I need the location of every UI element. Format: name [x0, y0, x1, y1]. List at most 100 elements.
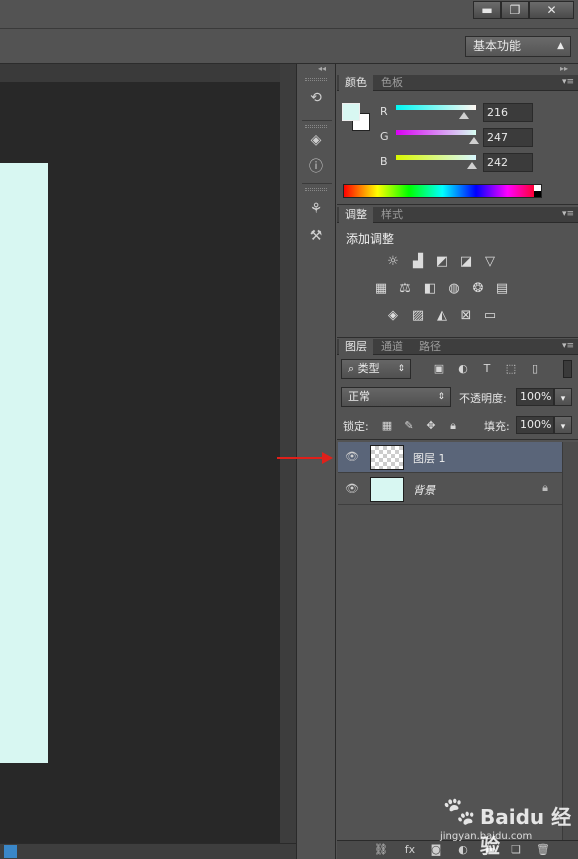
smart-object-filter-icon[interactable]: ▯ [528, 362, 542, 376]
tab-color[interactable]: 颜色 [339, 75, 373, 91]
panel-menu-icon[interactable]: ▾≡ [562, 341, 574, 351]
lock-transparent-pixels-icon[interactable]: ▦ [380, 419, 394, 433]
blend-mode-select[interactable]: 正常 ⇕ [341, 387, 451, 407]
color-panel-tabs: 颜色 色板 ▾≡ [337, 75, 578, 91]
adjustments-panel-tabs: 调整 样式 ▾≡ [337, 207, 578, 223]
black-white-icon[interactable]: ◧ [421, 281, 439, 297]
channel-r-value[interactable]: 216 [483, 103, 533, 122]
link-layers-icon[interactable]: ⛓ [373, 843, 389, 857]
brightness-icon[interactable]: ☼ [384, 254, 402, 270]
posterize-icon[interactable]: ▨ [409, 308, 427, 324]
hue-saturation-icon[interactable]: ▦ [372, 281, 390, 297]
tool-presets-icon[interactable]: ⚒ [305, 226, 327, 246]
channel-r-slider-thumb[interactable] [458, 112, 469, 119]
lock-icon: 🔒︎ [542, 481, 548, 494]
lock-all-icon[interactable]: 🔒︎ [446, 419, 460, 433]
document-canvas[interactable] [0, 163, 48, 763]
exposure-icon[interactable]: ◪ [457, 254, 475, 270]
channel-r-label: R [380, 105, 388, 118]
lock-position-icon[interactable]: ✥ [424, 419, 438, 433]
dock-grip-icon[interactable] [305, 188, 327, 191]
layers-scrollbar[interactable] [562, 442, 578, 840]
new-adjustment-icon[interactable]: ◐ [455, 843, 471, 857]
layer-name: 图层 1 [413, 452, 446, 465]
filter-toggle-switch[interactable] [563, 360, 572, 378]
status-icon[interactable] [4, 845, 17, 858]
annotation-arrow-head [322, 452, 333, 464]
curves-icon[interactable]: ◩ [433, 254, 451, 270]
tab-paths[interactable]: 路径 [413, 339, 447, 355]
collapse-panels-icon[interactable]: ▸▸ [560, 64, 568, 73]
search-icon: ⌕ [348, 362, 358, 375]
type-layer-filter-icon[interactable]: T [480, 362, 494, 376]
shape-layer-filter-icon[interactable]: ⬚ [504, 362, 518, 376]
info-icon[interactable]: ⓘ [305, 157, 327, 177]
collapse-dock-icon[interactable]: ◂◂ [318, 64, 326, 73]
channel-b-label: B [380, 155, 388, 168]
dock-grip-icon[interactable] [305, 78, 327, 81]
tab-styles[interactable]: 样式 [375, 207, 409, 223]
channel-g-label: G [380, 130, 389, 143]
tab-channels[interactable]: 通道 [375, 339, 409, 355]
tab-layers[interactable]: 图层 [339, 339, 373, 355]
visibility-eye-icon[interactable]: 👁︎ [344, 450, 360, 464]
minimize-icon: ▬ [481, 3, 493, 17]
opacity-input[interactable]: 100% [516, 388, 554, 406]
photo-filter-icon[interactable]: ◍ [445, 281, 463, 297]
opacity-dropdown-button[interactable]: ▾ [554, 388, 572, 406]
channel-g-value[interactable]: 247 [483, 128, 533, 147]
color-spectrum-ramp[interactable] [343, 184, 542, 198]
panel-menu-icon[interactable]: ▾≡ [562, 77, 574, 87]
layer-row-layer1[interactable]: 👁︎ 图层 1 [338, 442, 562, 473]
dropdown-arrow-icon: ▲ [557, 41, 564, 51]
dropdown-arrow-icon: ⇕ [437, 392, 445, 402]
lock-image-pixels-icon[interactable]: ✎ [402, 419, 416, 433]
dock-grip-icon[interactable] [305, 125, 327, 128]
color-balance-icon[interactable]: ⚖ [396, 281, 414, 297]
panel-divider [337, 204, 578, 205]
add-mask-icon[interactable]: ◙ [428, 843, 444, 857]
dropdown-arrow-icon: ⇕ [397, 364, 405, 374]
channel-g-slider[interactable] [396, 130, 476, 135]
visibility-eye-icon[interactable]: 👁︎ [344, 482, 360, 496]
close-button[interactable]: ✕ [529, 1, 574, 19]
foreground-color-swatch[interactable] [342, 103, 360, 121]
channel-g-slider-thumb[interactable] [468, 137, 479, 144]
invert-icon[interactable]: ◈ [384, 308, 402, 324]
layer-filter-type-select[interactable]: ⌕ 类型 ⇕ [341, 359, 411, 379]
brush-presets-icon[interactable]: ⚘ [305, 199, 327, 219]
channel-b-slider[interactable] [396, 155, 476, 160]
layers-list-empty-area[interactable] [338, 505, 562, 840]
filter-type-label: 类型 [357, 362, 380, 375]
selective-color-icon[interactable]: ⊠ [457, 308, 475, 324]
status-bar [0, 843, 296, 859]
add-adjustment-title: 添加调整 [346, 232, 395, 246]
history-icon[interactable]: ⟲ [305, 88, 327, 108]
restore-button[interactable]: ❐ [501, 1, 529, 19]
levels-icon[interactable]: ▟ [409, 254, 427, 270]
layers-panel-tabs: 图层 通道 路径 ▾≡ [337, 339, 578, 355]
tab-adjustments[interactable]: 调整 [339, 207, 373, 223]
minimize-button[interactable]: ▬ [473, 1, 501, 19]
tab-swatches[interactable]: 色板 [375, 75, 409, 91]
color-lookup-icon[interactable]: ▤ [493, 281, 511, 297]
pixel-layer-filter-icon[interactable]: ▣ [432, 362, 446, 376]
layer-thumbnail [370, 445, 404, 470]
panel-divider [337, 337, 578, 338]
3d-icon[interactable]: ◈ [305, 130, 327, 150]
fill-input[interactable]: 100% [516, 416, 554, 434]
vertical-scrollbar[interactable] [280, 64, 296, 843]
vibrance-icon[interactable]: ▽ [481, 254, 499, 270]
gradient-map-icon[interactable]: ▭ [481, 308, 499, 324]
layer-row-background[interactable]: 👁︎ 背景 🔒︎ [338, 474, 562, 505]
adjustment-layer-filter-icon[interactable]: ◐ [456, 362, 470, 376]
fx-icon[interactable]: fx [402, 843, 418, 857]
channel-r-slider[interactable] [396, 105, 476, 110]
channel-mixer-icon[interactable]: ❂ [469, 281, 487, 297]
fill-dropdown-button[interactable]: ▾ [554, 416, 572, 434]
threshold-icon[interactable]: ◭ [433, 308, 451, 324]
channel-b-value[interactable]: 242 [483, 153, 533, 172]
channel-b-slider-thumb[interactable] [466, 162, 477, 169]
workspace-select[interactable]: 基本功能 ▲ [465, 36, 571, 57]
panel-menu-icon[interactable]: ▾≡ [562, 209, 574, 219]
